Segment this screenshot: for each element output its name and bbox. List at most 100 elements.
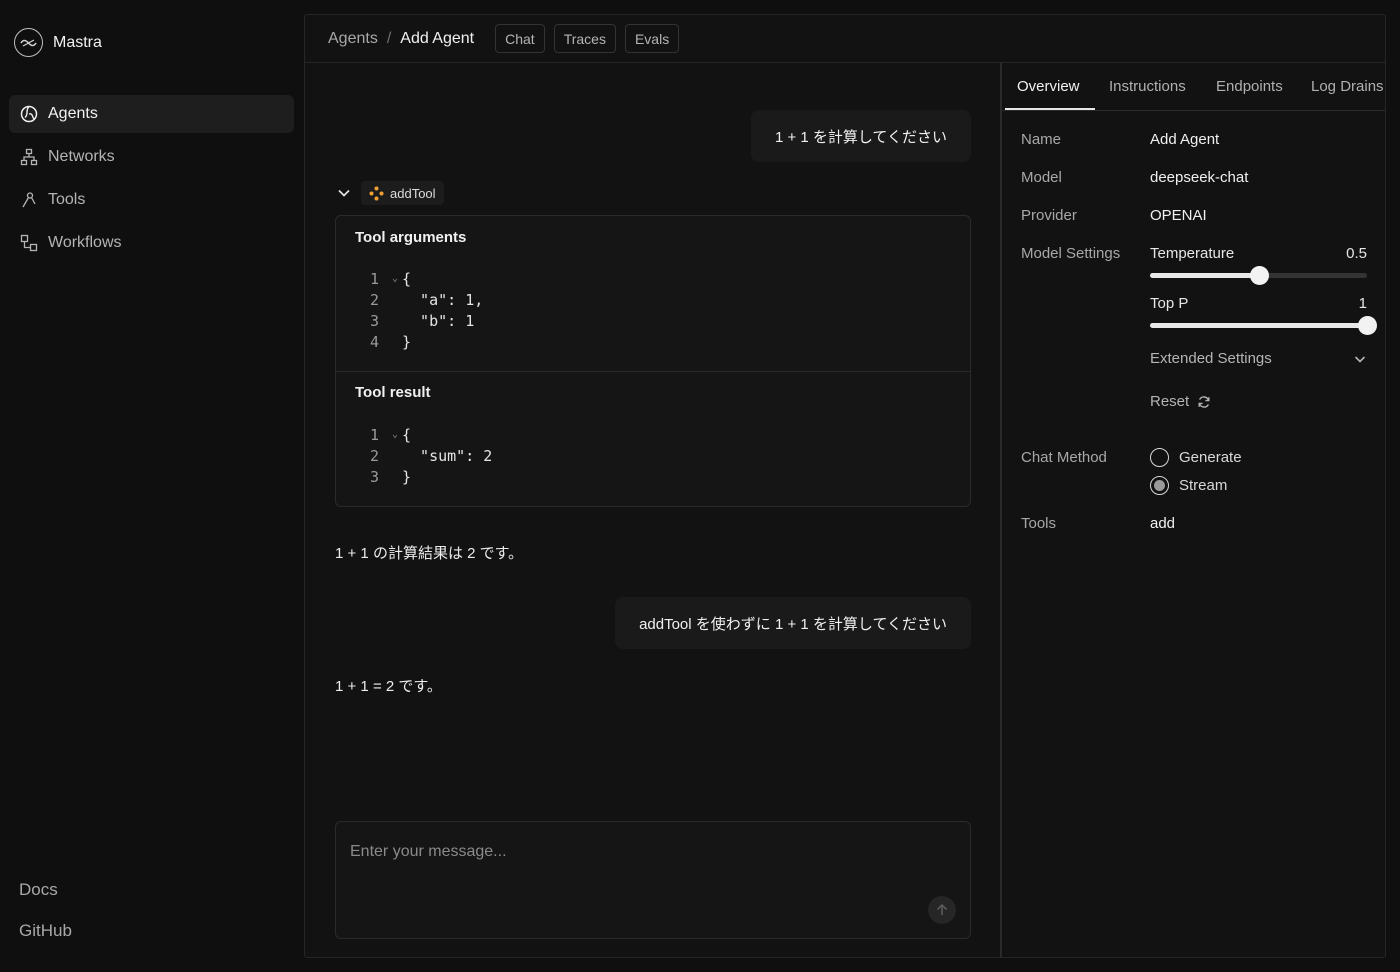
sidebar-item-label: Tools xyxy=(48,191,86,208)
divider xyxy=(336,371,970,372)
top-p-value: 1 xyxy=(1358,295,1367,312)
docs-link[interactable]: Docs xyxy=(19,880,72,900)
chat-method-stream[interactable]: Stream xyxy=(1150,476,1227,495)
sidebar-item-label: Networks xyxy=(48,148,115,165)
slider-thumb[interactable] xyxy=(1249,266,1269,285)
tool-result-code: 1 ⌄{ 2 "sum": 2 3} xyxy=(370,424,492,487)
top-p-slider[interactable] xyxy=(1150,316,1377,335)
temperature-label: Temperature xyxy=(1150,245,1235,262)
message-composer xyxy=(335,821,971,939)
temperature-slider[interactable] xyxy=(1150,266,1367,285)
code-text: "a": 1, xyxy=(402,290,484,309)
sidebar-item-label: Workflows xyxy=(48,234,122,251)
line-number: 1 xyxy=(370,425,380,444)
sidebar-item-agents[interactable]: Agents xyxy=(9,95,294,133)
page-title: Add Agent xyxy=(400,29,475,47)
code-text: { xyxy=(402,425,412,444)
code-line: 3} xyxy=(370,466,492,487)
slider-fill xyxy=(1150,273,1259,278)
tab-traces[interactable]: Traces xyxy=(553,24,616,53)
tab-instructions[interactable]: Instructions xyxy=(1109,78,1186,95)
provider-value: OPENAI xyxy=(1150,207,1207,224)
line-number: 3 xyxy=(370,467,380,486)
reset-button[interactable]: Reset xyxy=(1150,393,1211,410)
tool-call-icon xyxy=(369,186,384,200)
code-text: "sum": 2 xyxy=(402,446,493,465)
chat-method-option-label: Generate xyxy=(1179,449,1242,466)
user-message: 1 + 1 を計算してください xyxy=(750,110,971,162)
tool-arguments-title: Tool arguments xyxy=(355,229,467,246)
code-line: 2 "sum": 2 xyxy=(370,445,492,466)
panel-tabs: Overview Instructions Endpoints Log Drai… xyxy=(1002,63,1385,111)
tool-name: addTool xyxy=(390,185,436,201)
line-number: 2 xyxy=(370,446,380,465)
refresh-icon xyxy=(1198,395,1210,408)
assistant-message: 1 + 1 の計算結果は 2 です。 xyxy=(335,545,524,562)
extended-settings-toggle[interactable]: Extended Settings xyxy=(1150,350,1367,367)
radio-stream[interactable] xyxy=(1150,476,1169,495)
line-number: 1 xyxy=(370,269,380,288)
github-link[interactable]: GitHub xyxy=(19,921,72,941)
tab-chat[interactable]: Chat xyxy=(495,24,545,53)
chat-method-option-label: Stream xyxy=(1179,477,1228,494)
radio-generate[interactable] xyxy=(1150,448,1169,467)
model-settings-label: Model Settings xyxy=(1021,245,1121,262)
code-line: 1 ⌄{ xyxy=(370,268,483,289)
chat-thread: 1 + 1 を計算してください addTool Tool arguments 1… xyxy=(305,63,1000,957)
sidebar-item-tools[interactable]: Tools xyxy=(9,181,294,219)
tool-result-title: Tool result xyxy=(355,384,431,401)
mastra-logo-icon xyxy=(14,28,43,57)
topbar: Agents / Add Agent Chat Traces Evals xyxy=(305,15,1385,63)
name-value: Add Agent xyxy=(1150,131,1220,148)
code-text: "b": 1 xyxy=(402,311,475,330)
assistant-message: 1 + 1 = 2 です。 xyxy=(335,678,442,695)
breadcrumb-agents-link[interactable]: Agents xyxy=(328,30,378,48)
send-button[interactable] xyxy=(928,896,956,924)
reset-label: Reset xyxy=(1150,393,1190,410)
chat-method-generate[interactable]: Generate xyxy=(1150,448,1242,467)
provider-label: Provider xyxy=(1021,207,1077,224)
tool-chip[interactable]: addTool xyxy=(361,181,444,205)
tool-arguments-code: 1 ⌄{ 2 "a": 1, 3 "b": 1 4} xyxy=(370,268,483,352)
main-frame: Agents / Add Agent Chat Traces Evals 1 +… xyxy=(304,14,1386,958)
chevron-down-icon xyxy=(1354,355,1366,363)
model-label: Model xyxy=(1021,169,1062,186)
code-line: 1 ⌄{ xyxy=(370,424,492,445)
line-number: 2 xyxy=(370,290,380,309)
tab-evals[interactable]: Evals xyxy=(624,24,680,53)
sidebar-item-label: Agents xyxy=(48,105,98,122)
top-p-label: Top P xyxy=(1150,295,1189,312)
tools-value: add xyxy=(1150,515,1176,532)
tab-overview[interactable]: Overview xyxy=(1017,78,1080,95)
workflow-icon xyxy=(20,234,38,252)
slider-thumb[interactable] xyxy=(1358,316,1377,335)
globe-icon xyxy=(20,105,38,123)
radio-selected-dot xyxy=(1154,480,1165,491)
sidebar-item-workflows[interactable]: Workflows xyxy=(9,224,294,262)
sidebar: Mastra Agents Networks Tools Workflows D… xyxy=(0,0,304,972)
extended-settings-label: Extended Settings xyxy=(1150,350,1272,367)
brand[interactable]: Mastra xyxy=(14,28,102,57)
name-label: Name xyxy=(1021,131,1062,148)
chat-method-label: Chat Method xyxy=(1021,449,1107,466)
line-number: 4 xyxy=(370,332,380,351)
code-line: 4} xyxy=(370,331,483,352)
line-number: 3 xyxy=(370,311,380,330)
agent-tabs: Chat Traces Evals xyxy=(495,24,680,53)
tab-log-drains[interactable]: Log Drains xyxy=(1311,78,1384,95)
tab-endpoints[interactable]: Endpoints xyxy=(1216,78,1283,95)
breadcrumb-separator: / xyxy=(386,29,392,47)
chevron-down-icon[interactable] xyxy=(335,184,353,202)
message-input[interactable] xyxy=(336,822,970,938)
code-line: 2 "a": 1, xyxy=(370,289,483,310)
temperature-value: 0.5 xyxy=(1346,245,1367,262)
slider-fill xyxy=(1150,323,1367,328)
user-message: addTool を使わずに 1 + 1 を計算してください xyxy=(615,597,971,649)
tool-call-details: Tool arguments 1 ⌄{ 2 "a": 1, 3 "b": 1 4}… xyxy=(335,215,971,507)
fold-icon[interactable]: ⌄ xyxy=(392,273,402,284)
fold-icon[interactable]: ⌄ xyxy=(392,429,402,440)
tool-call-header: addTool xyxy=(335,181,444,205)
agent-details-panel: Overview Instructions Endpoints Log Drai… xyxy=(1002,63,1385,957)
sidebar-item-networks[interactable]: Networks xyxy=(9,138,294,176)
sidebar-footer: Docs GitHub xyxy=(19,880,72,962)
